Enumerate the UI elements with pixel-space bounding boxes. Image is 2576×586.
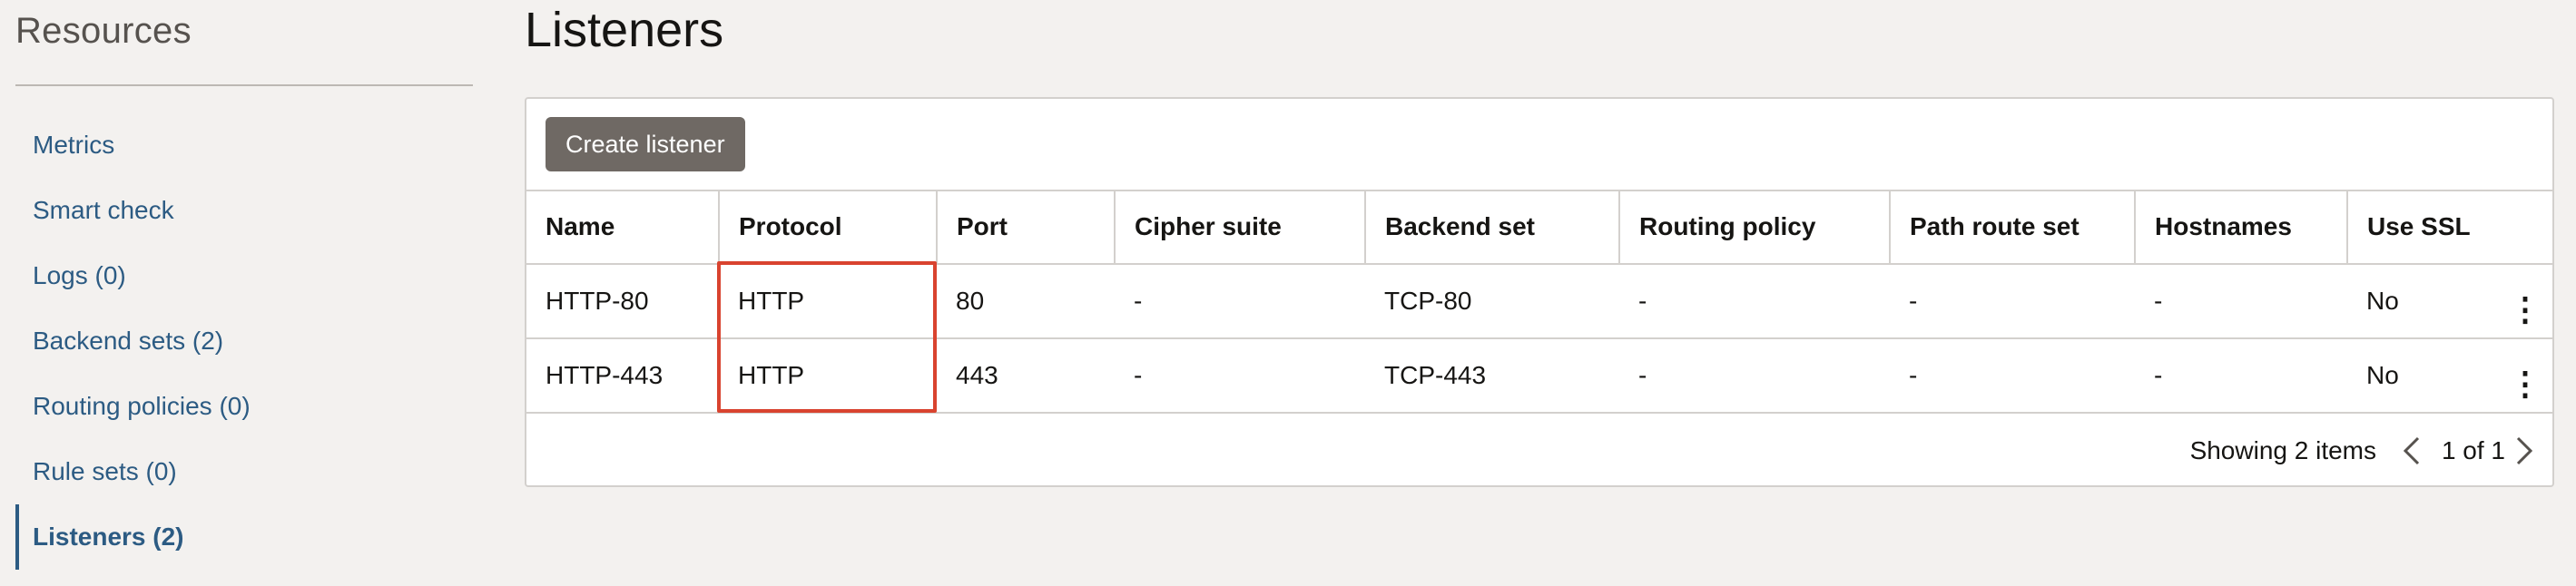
- column-header-path-route-set: Path route set: [1890, 190, 2136, 265]
- cell-backend-set: TCP-80: [1365, 264, 1619, 339]
- resources-nav: Metrics Smart check Logs (0) Backend set…: [0, 112, 490, 570]
- cell-hostnames: -: [2135, 338, 2347, 414]
- cell-routing-policy: -: [1619, 264, 1890, 339]
- cell-cipher-suite: -: [1115, 264, 1365, 339]
- listeners-panel: Create listener Name Protocol Port Ciphe…: [525, 97, 2554, 487]
- table-footer: Showing 2 items 1 of 1: [526, 415, 2552, 487]
- sidebar-item-logs[interactable]: Logs (0): [0, 243, 490, 308]
- column-header-hostnames: Hostnames: [2135, 190, 2348, 265]
- sidebar-item-listeners[interactable]: Listeners (2): [0, 504, 490, 570]
- cell-path-route-set: -: [1890, 338, 2135, 414]
- items-count: Showing 2 items: [2189, 436, 2376, 464]
- column-header-routing-policy: Routing policy: [1619, 190, 1891, 265]
- sidebar-item-rule-sets[interactable]: Rule sets (0): [0, 439, 490, 504]
- sidebar-item-backend-sets[interactable]: Backend sets (2): [0, 308, 490, 374]
- cell-routing-policy: -: [1619, 338, 1890, 414]
- table-row: HTTP-80 HTTP 80 - TCP-80 - - - No: [526, 264, 2552, 339]
- create-listener-button[interactable]: Create listener: [546, 117, 745, 171]
- table-row: HTTP-443 HTTP 443 - TCP-443 - - - No: [526, 338, 2552, 414]
- page-indicator: 1 of 1: [2441, 436, 2505, 464]
- column-header-use-ssl: Use SSL: [2347, 190, 2552, 265]
- row-actions-kebab-menu-icon[interactable]: ⋮: [2498, 366, 2552, 402]
- column-header-port: Port: [937, 190, 1116, 265]
- chevron-right-icon[interactable]: [2511, 433, 2538, 469]
- column-header-name: Name: [526, 190, 720, 265]
- cell-cipher-suite: -: [1115, 338, 1365, 414]
- resources-divider: [15, 84, 473, 86]
- cell-path-route-set: -: [1890, 264, 2135, 339]
- column-header-cipher-suite: Cipher suite: [1115, 190, 1366, 265]
- page-title: Listeners: [525, 3, 724, 57]
- column-header-backend-set: Backend set: [1365, 190, 1620, 265]
- cell-hostnames: -: [2135, 264, 2347, 339]
- cell-protocol: HTTP: [719, 338, 937, 414]
- chevron-left-icon[interactable]: [2398, 433, 2425, 469]
- listeners-table: Name Protocol Port Cipher suite Backend …: [526, 190, 2552, 414]
- cell-name: HTTP-443: [526, 338, 719, 414]
- cell-port: 443: [937, 338, 1115, 414]
- sidebar-item-metrics[interactable]: Metrics: [0, 112, 490, 178]
- sidebar-item-routing-policies[interactable]: Routing policies (0): [0, 374, 490, 439]
- resources-title: Resources: [15, 11, 192, 51]
- cell-name: HTTP-80: [526, 264, 719, 339]
- cell-port: 80: [937, 264, 1115, 339]
- table-toolbar: Create listener: [526, 99, 2552, 191]
- cell-protocol: HTTP: [719, 264, 937, 339]
- sidebar-item-smart-check[interactable]: Smart check: [0, 178, 490, 243]
- resources-sidebar: Resources Metrics Smart check Logs (0) B…: [0, 0, 508, 586]
- row-actions-kebab-menu-icon[interactable]: ⋮: [2498, 291, 2552, 327]
- column-header-protocol: Protocol: [719, 190, 938, 265]
- table-header-row: Name Protocol Port Cipher suite Backend …: [526, 190, 2552, 265]
- cell-backend-set: TCP-443: [1365, 338, 1619, 414]
